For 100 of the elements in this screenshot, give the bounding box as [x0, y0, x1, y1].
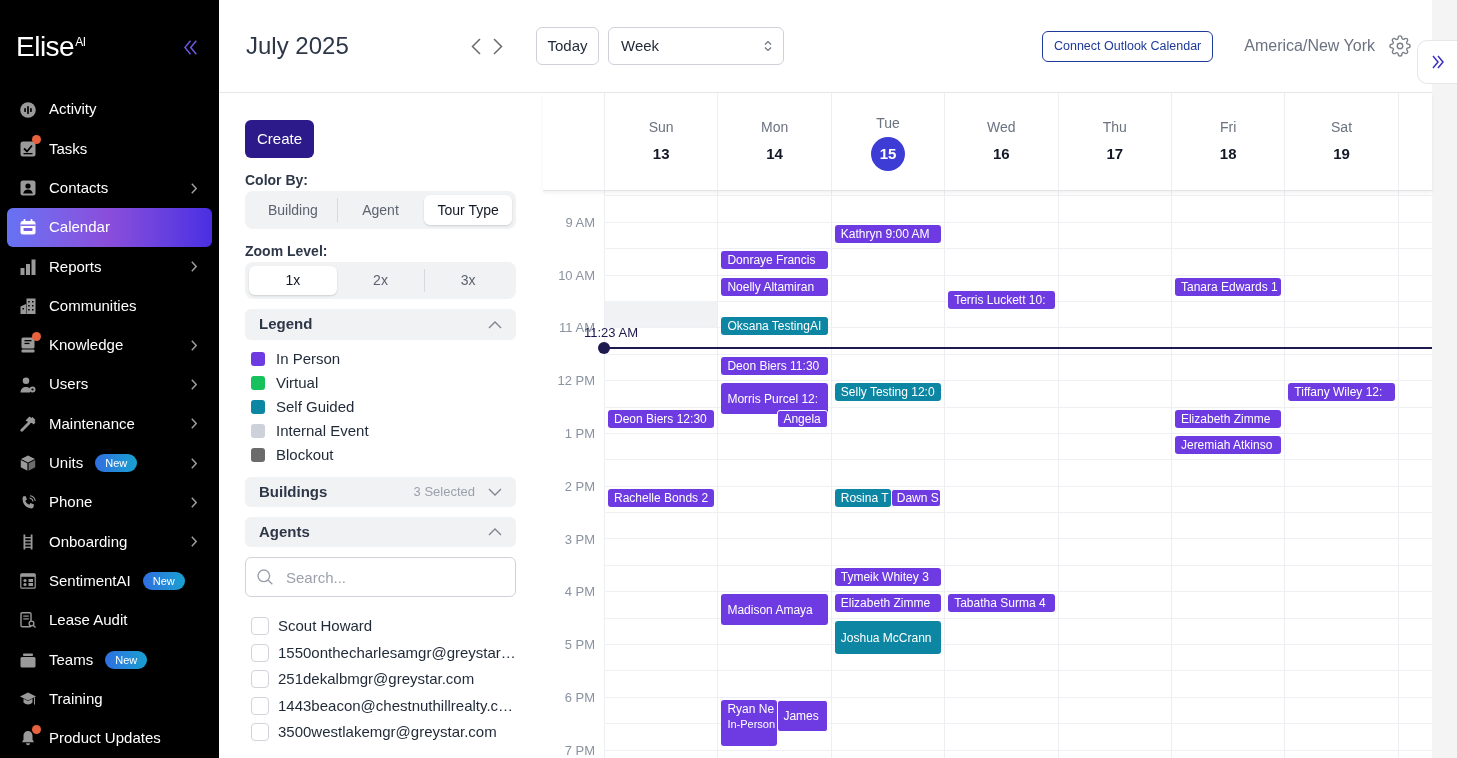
- zoom-level-option[interactable]: 3x: [424, 266, 512, 295]
- time-label: 12 PM: [557, 372, 595, 388]
- calendar-event[interactable]: Donraye Francis: [721, 251, 828, 270]
- agent-checkbox[interactable]: [251, 643, 269, 662]
- color-by-option[interactable]: Building: [249, 195, 337, 225]
- calendar-event[interactable]: Tymeik Whitey 3: [834, 568, 942, 586]
- calendar-event[interactable]: Tanara Edwards 1: [1174, 277, 1282, 296]
- color-by-option[interactable]: Tour Type: [424, 195, 512, 225]
- calendar-event[interactable]: Elizabeth Zimme: [1174, 409, 1282, 428]
- book-icon: [20, 337, 36, 354]
- sidebar-item[interactable]: Onboarding: [7, 522, 212, 562]
- agent-checkbox[interactable]: [251, 696, 269, 715]
- legend-header[interactable]: Legend: [245, 309, 516, 340]
- calendar-event[interactable]: James: [777, 700, 828, 732]
- calendar-event[interactable]: Noelly Altamiran: [721, 277, 828, 296]
- legend-label: Internal Event: [276, 420, 369, 441]
- selection-count: 3 Selected: [413, 483, 475, 502]
- user-gear-icon: [20, 376, 36, 393]
- sidebar-item[interactable]: Lease Audit: [7, 600, 212, 641]
- calendar-event[interactable]: Oksana TestingAI: [721, 317, 828, 336]
- settings-icon[interactable]: [1389, 35, 1411, 57]
- time-label: 4 PM: [564, 583, 595, 599]
- new-badge: New: [105, 650, 148, 669]
- create-button[interactable]: Create: [245, 120, 314, 158]
- color-by-option[interactable]: Agent: [336, 195, 425, 225]
- graduation-cap-icon: [20, 691, 36, 708]
- calendar-event[interactable]: Joshua McCrann: [834, 620, 942, 655]
- calendar-event[interactable]: Kathryn 9:00 AM: [834, 224, 942, 243]
- calendar-event[interactable]: Deon Biers 12:30: [608, 409, 715, 428]
- sidebar-item[interactable]: Users: [7, 365, 212, 405]
- updown-chevron-icon: [764, 40, 772, 52]
- sidebar-item[interactable]: Maintenance: [7, 404, 212, 444]
- agent-checkbox[interactable]: [251, 617, 269, 636]
- connect-outlook-button[interactable]: Connect Outlook Calendar: [1041, 30, 1214, 62]
- calendar-event[interactable]: Deon Biers 11:30: [721, 356, 828, 375]
- logo: Elise$^{AI}$: [16, 30, 86, 64]
- time-label: 2 PM: [564, 478, 595, 494]
- legend-label: In Person: [276, 348, 341, 369]
- expand-panel-button[interactable]: [1417, 40, 1457, 84]
- buildings-header[interactable]: Buildings 3 Selected: [245, 477, 516, 507]
- zoom-level-option[interactable]: 2x: [336, 266, 425, 295]
- new-badge: New: [95, 454, 138, 473]
- sidebar-item[interactable]: Tasks: [7, 129, 212, 169]
- month-title: July 2025: [246, 31, 350, 61]
- agent-name: 1443beacon@chestnuthillrealty.c…: [278, 695, 514, 716]
- sidebar-item[interactable]: Activity: [7, 89, 212, 130]
- sidebar-item[interactable]: Teams New: [7, 640, 212, 680]
- hammer-icon: [20, 415, 36, 432]
- search-field[interactable]: Search...: [245, 557, 516, 597]
- calendar-event[interactable]: Tabatha Surma 4: [948, 594, 1055, 613]
- time-label: 10 AM: [558, 267, 595, 283]
- sidebar-item[interactable]: Calendar: [7, 207, 212, 248]
- calendar-event[interactable]: Dawn S: [890, 488, 942, 507]
- time-label: 5 PM: [564, 636, 595, 652]
- sidebar-item[interactable]: Training: [7, 679, 212, 719]
- sidebar-item[interactable]: Reports: [7, 247, 212, 287]
- calendar-event[interactable]: Rosina T: [834, 488, 891, 507]
- chevron-left-icon[interactable]: [471, 37, 481, 55]
- day-name: Fri: [1220, 118, 1237, 136]
- checked-box-icon: [20, 140, 36, 157]
- sidebar-item[interactable]: SentimentAI New: [7, 561, 212, 601]
- sidebar-item[interactable]: Knowledge: [7, 325, 212, 366]
- phone-icon: [20, 494, 36, 511]
- contact-card-icon: [20, 180, 36, 197]
- double-chevron-right-icon: [1431, 55, 1444, 69]
- calendar-event[interactable]: Elizabeth Zimme: [834, 594, 942, 613]
- calendar-event[interactable]: Selly Testing 12:0: [834, 383, 942, 402]
- section-label: Color By:: [245, 171, 309, 189]
- sidebar-item[interactable]: Phone: [7, 482, 212, 523]
- chevron-up-icon: [488, 320, 502, 329]
- calendar-event[interactable]: Jeremiah Atkinso: [1174, 436, 1282, 454]
- calendar-event[interactable]: Terris Luckett 10:: [948, 290, 1055, 309]
- view-select[interactable]: Week: [608, 27, 784, 65]
- sidebar-item[interactable]: Product Updates: [7, 718, 212, 758]
- sidebar-item[interactable]: Units New: [7, 443, 212, 483]
- day-number: 16: [993, 144, 1010, 164]
- agent-checkbox[interactable]: [251, 670, 269, 689]
- today-button[interactable]: Today: [536, 27, 599, 65]
- calendar-event[interactable]: Madison Amaya: [721, 594, 828, 626]
- double-chevron-left-icon[interactable]: [184, 40, 197, 55]
- sidebar-item[interactable]: Communities: [7, 286, 212, 326]
- calendar-event[interactable]: Ryan Ne In-Person: [721, 700, 778, 746]
- calendar-event[interactable]: Rachelle Bonds 2: [608, 488, 715, 507]
- day-name: Tue: [876, 114, 900, 132]
- agents-header[interactable]: Agents: [245, 517, 516, 547]
- chevron-right-icon[interactable]: [493, 37, 503, 55]
- day-number: 13: [652, 144, 670, 164]
- pulse-circle-icon: [20, 101, 36, 118]
- sidebar-item[interactable]: Contacts: [7, 168, 212, 208]
- agent-name: 251dekalbmgr@greystar.com: [278, 669, 475, 689]
- zoom-level-option[interactable]: 1x: [249, 266, 337, 295]
- time-label: 6 PM: [564, 689, 595, 705]
- calendar-event[interactable]: Tiffany Wiley 12:: [1288, 383, 1395, 402]
- agent-checkbox[interactable]: [251, 723, 269, 742]
- timezone-label: America/New York: [1244, 36, 1375, 56]
- time-label: 1 PM: [564, 425, 595, 441]
- section-label: Zoom Level:: [245, 242, 329, 260]
- calendar-event[interactable]: Morris Purcel 12:: [721, 383, 828, 414]
- legend-label: Blockout: [276, 444, 334, 465]
- day-name: Wed: [987, 118, 1016, 136]
